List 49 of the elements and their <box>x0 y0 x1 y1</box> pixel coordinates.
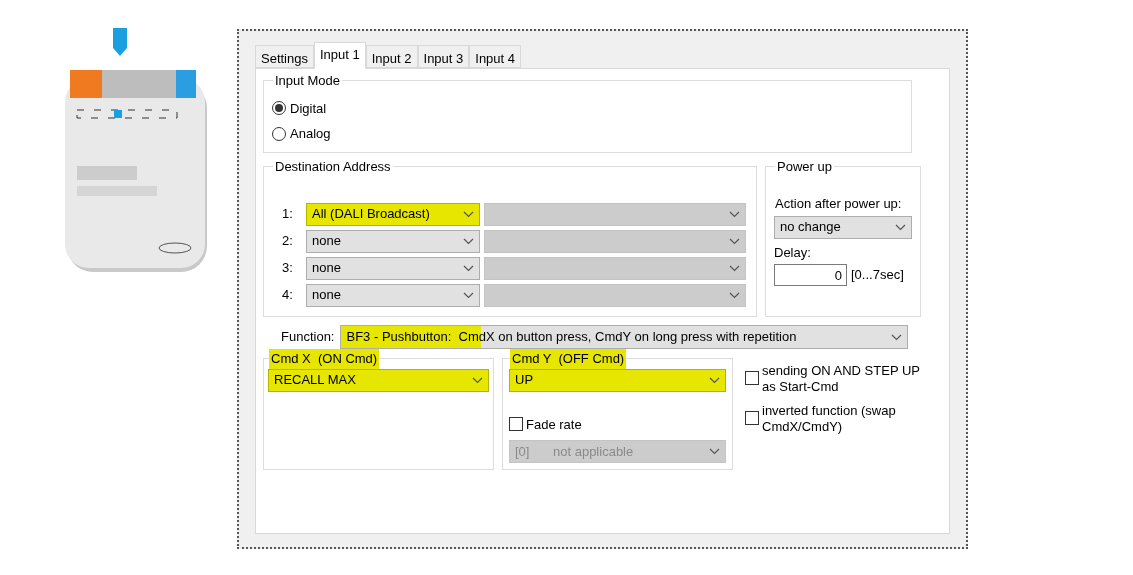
group-title: Input Mode <box>274 72 342 90</box>
row-index: 3: <box>282 259 294 278</box>
chevron-icon <box>895 223 906 231</box>
group-title: Cmd Y (OFF Cmd) <box>510 349 627 369</box>
radio-button[interactable] <box>272 101 286 116</box>
function-label: Function: <box>281 328 335 347</box>
chevron-icon <box>472 376 483 384</box>
action-dropdown[interactable]: no change <box>774 215 912 239</box>
checkbox[interactable] <box>745 411 759 425</box>
address-dropdown[interactable]: none <box>306 256 480 280</box>
action-label: Action after power up: <box>774 194 903 212</box>
row-index: 2: <box>282 232 294 251</box>
address-dropdown[interactable]: none <box>306 283 480 307</box>
tab[interactable]: Input 2 <box>365 45 418 68</box>
command-dropdown[interactable]: UP <box>509 368 726 392</box>
delay-range: [0...7sec] <box>851 266 904 285</box>
radio-label: Analog <box>290 125 331 143</box>
chevron-icon <box>729 291 740 299</box>
tab[interactable]: Settings <box>255 45 314 68</box>
tab[interactable]: Input 1 <box>314 42 366 69</box>
chevron-icon <box>463 210 474 218</box>
command-dropdown[interactable]: RECALL MAX <box>268 368 489 392</box>
checkbox-label: Fade rate <box>526 415 582 434</box>
row-index: 1: <box>282 205 294 224</box>
tab[interactable]: Input 3 <box>417 45 470 68</box>
chevron-icon <box>891 333 903 341</box>
chevron-icon <box>463 264 474 272</box>
checkbox-label: inverted function (swap CmdX/CmdY) <box>762 403 897 435</box>
group-title: Cmd X (ON Cmd) <box>269 349 380 369</box>
chevron-icon <box>709 376 720 384</box>
radio-button[interactable] <box>272 126 286 141</box>
group-title: Destination Address <box>274 158 392 176</box>
radio-label: Digital <box>290 99 327 118</box>
chevron-icon <box>463 237 474 245</box>
chevron-icon <box>729 264 740 272</box>
checkbox-label: sending ON AND STEP UP as Start-Cmd <box>762 363 921 395</box>
address-dropdown[interactable]: none <box>306 229 480 253</box>
group-title: Power up <box>776 158 833 176</box>
delay-label: Delay: <box>774 243 812 262</box>
address-dropdown[interactable]: All (DALI Broadcast) <box>306 202 480 226</box>
delay-field[interactable]: 0 <box>774 264 847 286</box>
checkbox[interactable] <box>745 371 759 385</box>
checkbox[interactable] <box>509 417 523 432</box>
chevron-icon <box>709 448 720 455</box>
chevron-icon <box>729 237 740 245</box>
tab[interactable]: Input 4 <box>469 45 522 68</box>
chevron-icon <box>729 210 740 218</box>
row-index: 4: <box>282 286 294 305</box>
chevron-icon <box>463 291 474 299</box>
